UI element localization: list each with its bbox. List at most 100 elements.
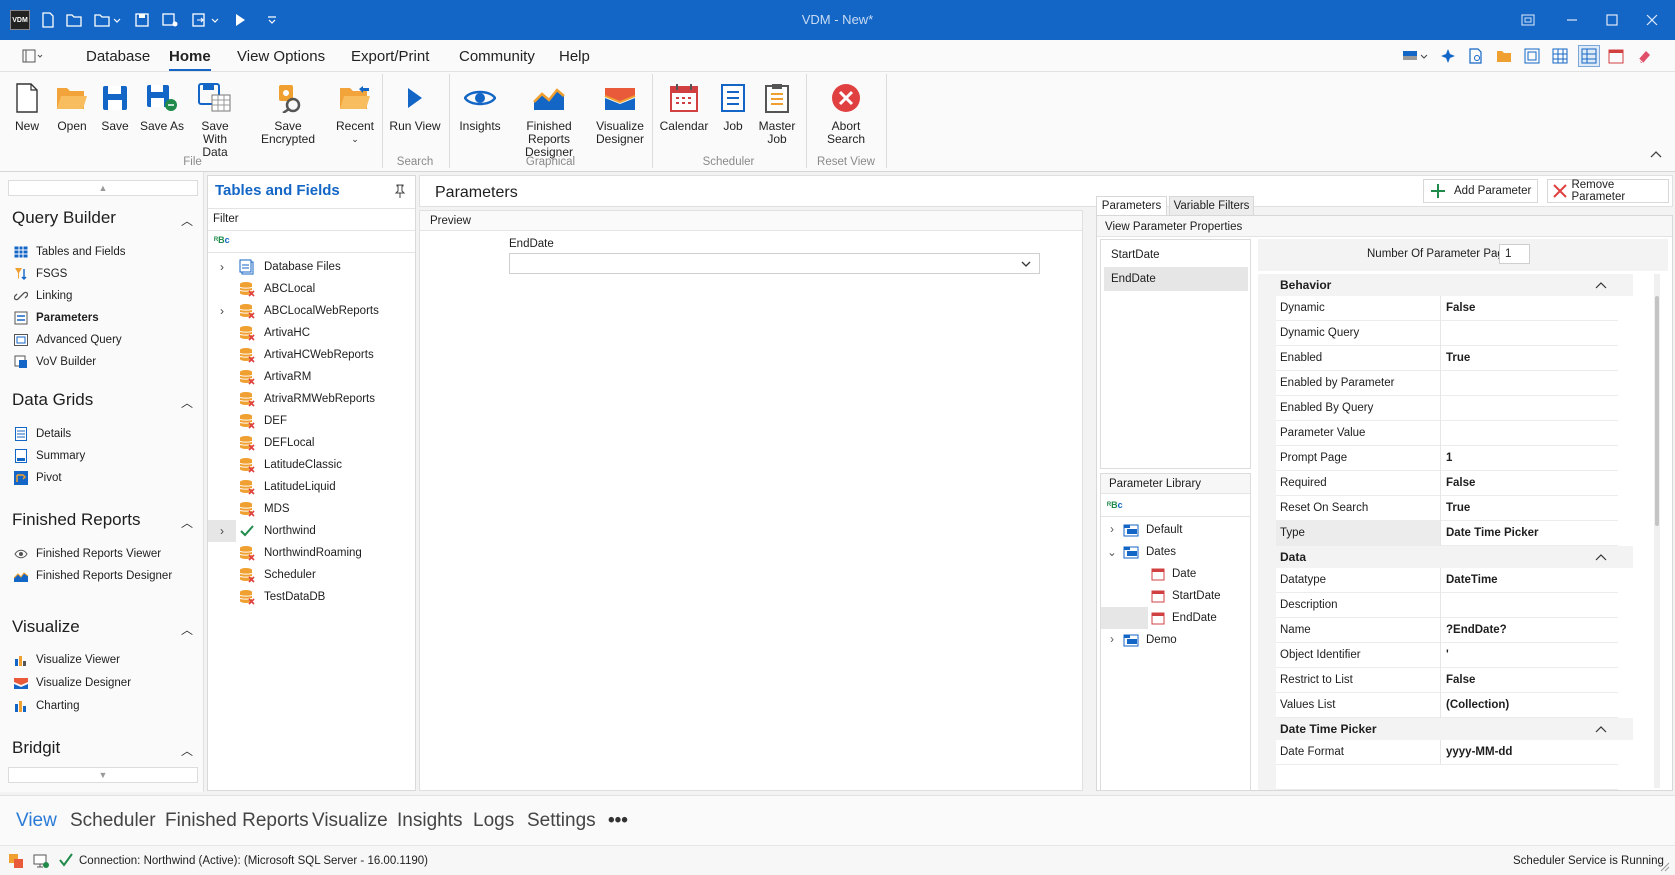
- restore-layout-icon[interactable]: [1516, 8, 1540, 32]
- property-row[interactable]: Datatype DateTime: [1258, 568, 1618, 593]
- table-tree-item[interactable]: TestDataDB: [208, 586, 415, 608]
- expand-chevron-icon[interactable]: ›: [208, 260, 236, 274]
- table-tree-item[interactable]: MDS: [208, 498, 415, 520]
- menu-help[interactable]: Help: [559, 48, 590, 65]
- expand-chevron-icon[interactable]: ›: [208, 304, 236, 318]
- tab-parameters[interactable]: Parameters: [1096, 196, 1167, 216]
- connections-icon[interactable]: [8, 853, 24, 872]
- resize-grip-icon[interactable]: [1658, 860, 1670, 875]
- tab-logs[interactable]: Logs: [473, 810, 514, 832]
- layout-icon-1[interactable]: [1524, 48, 1540, 67]
- property-row[interactable]: Enabled by Parameter: [1258, 371, 1618, 396]
- minimize-icon[interactable]: [1560, 8, 1584, 32]
- table-tree-item[interactable]: Scheduler: [208, 564, 415, 586]
- nav-section-visualize[interactable]: Visualize: [12, 617, 80, 637]
- property-value[interactable]: yyyy-MM-dd: [1446, 746, 1512, 758]
- abort-search-button[interactable]: Abort Search: [818, 78, 874, 146]
- library-item-date[interactable]: Date: [1101, 563, 1256, 585]
- tab-settings[interactable]: Settings: [527, 810, 596, 832]
- property-value[interactable]: False: [1446, 302, 1475, 314]
- property-row[interactable]: Type Date Time Picker: [1258, 521, 1618, 546]
- nav-item-pivot[interactable]: Pivot: [13, 471, 62, 485]
- table-tree-item[interactable]: DEFLocal: [208, 432, 415, 454]
- property-value[interactable]: False: [1446, 674, 1475, 686]
- property-row[interactable]: Date Format yyyy-MM-dd: [1258, 740, 1618, 765]
- nav-item-details[interactable]: Details: [13, 427, 71, 441]
- new-button[interactable]: New: [10, 78, 44, 133]
- theme-icon[interactable]: [1402, 48, 1430, 67]
- nav-item-finished-reports-viewer[interactable]: Finished Reports Viewer: [13, 547, 161, 561]
- property-row[interactable]: Required False: [1258, 471, 1618, 496]
- recent-button[interactable]: Recent ⌄: [335, 78, 375, 146]
- property-row[interactable]: Reset On Search True: [1258, 496, 1618, 521]
- collapse-chevron-icon[interactable]: ︿: [181, 514, 193, 531]
- table-tree-item[interactable]: AtrivaRMWebReports: [208, 388, 415, 410]
- collapse-chevron-icon[interactable]: ︿: [181, 394, 193, 411]
- library-item-dates[interactable]: ⌄ Dates: [1101, 541, 1256, 563]
- layout-icon-3[interactable]: [1578, 45, 1600, 67]
- table-tree-item[interactable]: ArtivaHCWebReports: [208, 344, 415, 366]
- collapse-chevron-icon[interactable]: ︿: [181, 742, 193, 759]
- insights-button[interactable]: Insights: [455, 78, 505, 133]
- save-encrypted-button[interactable]: Save Encrypted: [248, 78, 328, 146]
- tab-view[interactable]: View: [16, 810, 57, 832]
- nav-item-summary[interactable]: Summary: [13, 449, 85, 463]
- finished-reports-designer-button[interactable]: Finished Reports Designer: [506, 78, 592, 159]
- menu-community[interactable]: Community: [459, 48, 535, 65]
- save-ribbon-button[interactable]: Save: [97, 78, 133, 133]
- enddate-dropdown[interactable]: [509, 253, 1040, 274]
- nav-item-tables-and-fields[interactable]: Tables and Fields: [13, 245, 126, 259]
- nav-item-visualize-viewer[interactable]: Visualize Viewer: [13, 653, 120, 667]
- filter-row-icon[interactable]: ᴿBc: [214, 235, 230, 245]
- expand-chevron-icon[interactable]: ›: [208, 524, 236, 538]
- document-search-icon[interactable]: [1468, 48, 1484, 67]
- table-tree-item[interactable]: ArtivaRM: [208, 366, 415, 388]
- close-icon[interactable]: [1640, 8, 1664, 32]
- table-tree-item[interactable]: LatitudeLiquid: [208, 476, 415, 498]
- server-icon[interactable]: [33, 853, 49, 872]
- table-tree-item[interactable]: › Database Files: [208, 256, 415, 278]
- calendar-small-icon[interactable]: [1608, 48, 1624, 67]
- job-button[interactable]: Job: [716, 78, 750, 133]
- library-item-enddate[interactable]: EndDate: [1101, 607, 1256, 629]
- tab-visualize[interactable]: Visualize: [312, 810, 388, 832]
- property-row[interactable]: Prompt Page 1: [1258, 446, 1618, 471]
- calendar-button[interactable]: Calendar: [658, 78, 710, 133]
- maximize-icon[interactable]: [1600, 8, 1624, 32]
- run-view-button[interactable]: Run View: [388, 78, 442, 133]
- property-value[interactable]: True: [1446, 502, 1470, 514]
- nav-section-query-builder[interactable]: Query Builder: [12, 208, 116, 228]
- property-row[interactable]: Dynamic Query: [1258, 321, 1618, 346]
- property-value[interactable]: DateTime: [1446, 574, 1498, 586]
- nav-section-finished-reports[interactable]: Finished Reports: [12, 486, 141, 529]
- property-row[interactable]: Object Identifier ': [1258, 643, 1618, 668]
- nav-item-charting[interactable]: Charting: [13, 699, 79, 713]
- property-row[interactable]: Restrict to List False: [1258, 668, 1618, 693]
- property-value[interactable]: False: [1446, 477, 1475, 489]
- tab-variable-filters[interactable]: Variable Filters: [1169, 196, 1254, 216]
- collapse-chevron-icon[interactable]: [1595, 724, 1607, 734]
- collapse-chevron-icon[interactable]: ︿: [181, 621, 193, 638]
- table-tree-item[interactable]: DEF: [208, 410, 415, 432]
- property-row[interactable]: Parameter Value: [1258, 421, 1618, 446]
- nav-item-vov-builder[interactable]: VoV Builder: [13, 355, 96, 369]
- property-value[interactable]: (Collection): [1446, 699, 1509, 711]
- property-value[interactable]: Date Time Picker: [1446, 527, 1538, 539]
- collapse-ribbon-icon[interactable]: [1650, 148, 1662, 162]
- add-parameter-button[interactable]: Add Parameter: [1423, 179, 1538, 203]
- folder-icon[interactable]: [1496, 48, 1512, 67]
- library-filter-icon[interactable]: ᴿBc: [1107, 500, 1123, 510]
- nav-section-bridgit[interactable]: Bridgit: [12, 738, 60, 758]
- panel-toggle-icon[interactable]: [22, 49, 44, 66]
- library-item-demo[interactable]: › Demo: [1101, 629, 1256, 651]
- tab-finished-reports[interactable]: Finished Reports: [165, 810, 309, 832]
- table-tree-item[interactable]: LatitudeClassic: [208, 454, 415, 476]
- table-tree-item[interactable]: › Northwind: [208, 520, 415, 542]
- tab-insights[interactable]: Insights: [397, 810, 462, 832]
- visualize-designer-button[interactable]: Visualize Designer: [594, 78, 646, 146]
- library-item-startdate[interactable]: StartDate: [1101, 585, 1256, 607]
- open-button[interactable]: Open: [52, 78, 92, 133]
- collapse-chevron-icon[interactable]: [1595, 552, 1607, 562]
- menu-view-options[interactable]: View Options: [237, 48, 325, 65]
- parameter-list-item[interactable]: StartDate: [1104, 243, 1248, 265]
